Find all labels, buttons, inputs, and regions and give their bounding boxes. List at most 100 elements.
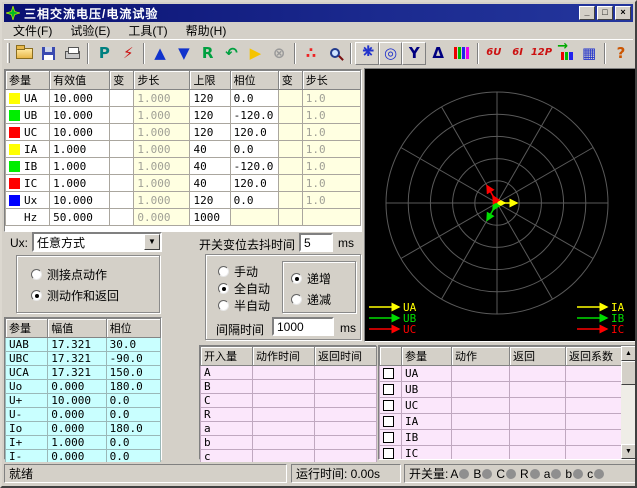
menu-item[interactable]: 文件(F) [4, 21, 61, 40]
param-step1-cell[interactable]: 1.000 [134, 107, 190, 124]
param-limit-cell[interactable]: 40 [190, 141, 230, 158]
interval-input[interactable] [272, 317, 334, 336]
param-rms-cell[interactable]: 1.000 [50, 141, 110, 158]
param-rms-cell[interactable]: 10.000 [50, 124, 110, 141]
param-step1-cell[interactable]: 1.000 [134, 175, 190, 192]
param-limit-cell[interactable]: 120 [190, 107, 230, 124]
open-button[interactable] [13, 42, 37, 65]
reset-button[interactable]: R [196, 42, 220, 65]
param-step2-cell[interactable]: 1.0 [302, 124, 360, 141]
checkbox-cell[interactable] [380, 398, 402, 414]
test-mode-option[interactable]: 测接点动作 [31, 266, 107, 283]
checkbox-icon[interactable] [383, 448, 394, 459]
param-rms-cell[interactable]: 1.000 [50, 175, 110, 192]
param-limit-cell[interactable]: 120 [190, 90, 230, 107]
close-button[interactable]: × [615, 6, 631, 20]
ux-mode-select[interactable]: 任意方式 ▼ [32, 232, 162, 252]
scroll-up-icon[interactable]: ▲ [621, 346, 636, 361]
vector-button[interactable]: ∴ [299, 42, 323, 65]
checkbox-icon[interactable] [383, 400, 394, 411]
vertical-scrollbar[interactable]: ▲ ▼ [621, 346, 636, 459]
wye-button[interactable]: Y [402, 42, 426, 65]
checkbox-cell[interactable] [380, 414, 402, 430]
6i-button[interactable]: 6I [506, 42, 530, 65]
param-var1-cell[interactable] [110, 90, 134, 107]
checkbox-cell[interactable] [380, 366, 402, 382]
harmonic-button[interactable] [450, 42, 474, 65]
6u-button[interactable]: 6U [482, 42, 506, 65]
param-var1-cell[interactable] [110, 192, 134, 209]
param-step1-cell[interactable]: 1.000 [134, 90, 190, 107]
param-rms-cell[interactable]: 1.000 [50, 158, 110, 175]
param-var2-cell[interactable] [278, 90, 302, 107]
12p-button[interactable]: 12P [530, 42, 554, 65]
auto-mode-option[interactable]: 半自动 [218, 297, 270, 314]
param-phase-cell[interactable]: 0.0 [230, 192, 278, 209]
param-var2-cell[interactable] [278, 158, 302, 175]
param-limit-cell[interactable]: 40 [190, 175, 230, 192]
param-step1-cell[interactable]: 1.000 [134, 141, 190, 158]
stop-button[interactable]: ⊗ [267, 42, 291, 65]
param-step2-cell[interactable]: 1.0 [302, 107, 360, 124]
param-rms-cell[interactable]: 10.000 [50, 90, 110, 107]
param-phase-cell[interactable]: -120.0 [230, 107, 278, 124]
direction-option[interactable]: 递减 [291, 291, 331, 308]
auto-mode-option[interactable]: 全自动 [218, 280, 270, 297]
menu-item[interactable]: 工具(T) [119, 21, 176, 40]
param-var2-cell[interactable] [278, 209, 302, 226]
param-rms-cell[interactable]: 10.000 [50, 192, 110, 209]
maximize-button[interactable]: □ [597, 6, 613, 20]
checkbox-cell[interactable] [380, 382, 402, 398]
param-var2-cell[interactable] [278, 175, 302, 192]
param-step1-cell[interactable]: 1.000 [134, 124, 190, 141]
param-phase-cell[interactable] [230, 209, 278, 226]
checkbox-icon[interactable] [383, 432, 394, 443]
decrease-button[interactable]: ▼ [172, 42, 196, 65]
param-step2-cell[interactable]: 1.0 [302, 90, 360, 107]
param-var1-cell[interactable] [110, 141, 134, 158]
param-step2-cell[interactable]: 1.0 [302, 158, 360, 175]
save-button[interactable] [37, 42, 61, 65]
param-limit-cell[interactable]: 120 [190, 124, 230, 141]
scrollbar-thumb[interactable] [621, 361, 636, 385]
checkbox-icon[interactable] [383, 384, 394, 395]
sequence-button[interactable] [553, 42, 577, 65]
param-step2-cell[interactable] [302, 209, 360, 226]
param-var2-cell[interactable] [278, 124, 302, 141]
param-step1-cell[interactable]: 1.000 [134, 158, 190, 175]
delta-button[interactable]: Δ [426, 42, 450, 65]
starburst-button[interactable] [355, 42, 379, 65]
param-var2-cell[interactable] [278, 141, 302, 158]
param-var2-cell[interactable] [278, 192, 302, 209]
param-step2-cell[interactable]: 1.0 [302, 141, 360, 158]
debounce-input[interactable] [299, 233, 333, 252]
param-step2-cell[interactable]: 1.0 [302, 175, 360, 192]
parameter-button[interactable]: P [92, 42, 116, 65]
param-limit-cell[interactable]: 1000 [190, 209, 230, 226]
direction-option[interactable]: 递增 [291, 270, 331, 287]
param-phase-cell[interactable]: 120.0 [230, 175, 278, 192]
param-step1-cell[interactable]: 1.000 [134, 192, 190, 209]
help-button[interactable]: ? [609, 42, 633, 65]
scroll-down-icon[interactable]: ▼ [621, 444, 636, 459]
param-var1-cell[interactable] [110, 107, 134, 124]
param-phase-cell[interactable]: 0.0 [230, 90, 278, 107]
auto-mode-option[interactable]: 手动 [218, 263, 258, 280]
undo-button[interactable]: ↶ [220, 42, 244, 65]
param-limit-cell[interactable]: 120 [190, 192, 230, 209]
param-var2-cell[interactable] [278, 107, 302, 124]
param-var1-cell[interactable] [110, 209, 134, 226]
param-step1-cell[interactable]: 0.000 [134, 209, 190, 226]
start-button[interactable]: ▶ [243, 42, 267, 65]
increase-button[interactable]: ▲ [148, 42, 172, 65]
menu-item[interactable]: 试验(E) [61, 21, 119, 40]
checkbox-cell[interactable] [380, 430, 402, 446]
menu-item[interactable]: 帮助(H) [177, 21, 236, 40]
param-var1-cell[interactable] [110, 158, 134, 175]
calculator-button[interactable]: ▦ [577, 42, 601, 65]
param-var1-cell[interactable] [110, 124, 134, 141]
checkbox-cell[interactable] [380, 446, 402, 461]
minimize-button[interactable]: _ [579, 6, 595, 20]
output-button[interactable]: ⚡ [116, 42, 140, 65]
param-var1-cell[interactable] [110, 175, 134, 192]
